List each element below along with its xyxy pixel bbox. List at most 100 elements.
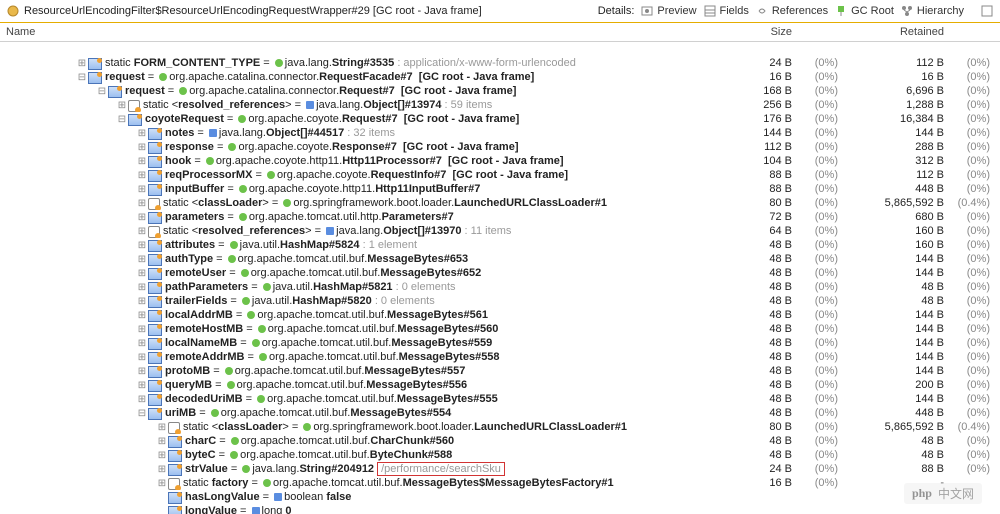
toggle-icon[interactable]: ⊞	[136, 184, 148, 195]
method-icon	[148, 226, 160, 238]
size-value: 24 B	[692, 463, 798, 475]
toggle-icon[interactable]: ⊞	[156, 436, 168, 447]
tree-row[interactable]: ⊞decodedUriMB = org.apache.tomcat.util.b…	[0, 392, 1000, 406]
toggle-icon[interactable]: ⊞	[136, 310, 148, 321]
tree-row[interactable]: ⊞parameters = org.apache.tomcat.util.htt…	[0, 210, 1000, 224]
retained-percent: (0%)	[950, 169, 1000, 181]
class-dot-icon	[259, 353, 267, 361]
preview-button[interactable]: Preview	[640, 4, 696, 18]
tree-row[interactable]: ⊟request = org.apache.catalina.connector…	[0, 84, 1000, 98]
toggle-icon[interactable]: ⊞	[136, 226, 148, 237]
retained-value: 144 B	[844, 351, 950, 363]
tree-row[interactable]: ⊞authType = org.apache.tomcat.util.buf.M…	[0, 252, 1000, 266]
tree-row[interactable]: ⊞inputBuffer = org.apache.coyote.http11.…	[0, 182, 1000, 196]
retained-percent: (0%)	[950, 351, 1000, 363]
tree-row[interactable]: ⊞static <classLoader> = org.springframew…	[0, 420, 1000, 434]
tree-row[interactable]: ⊞pathParameters = java.util.HashMap#5821…	[0, 280, 1000, 294]
references-icon	[755, 4, 769, 18]
tree-row[interactable]: ⊞remoteAddrMB = org.apache.tomcat.util.b…	[0, 350, 1000, 364]
tree-row[interactable]: ⊞remoteHostMB = org.apache.tomcat.util.b…	[0, 322, 1000, 336]
primitive-icon	[252, 507, 260, 514]
toggle-icon[interactable]: ⊞	[136, 338, 148, 349]
bluefield-icon	[168, 464, 182, 476]
size-value: 48 B	[692, 239, 798, 251]
tree-row[interactable]: ⊞remoteUser = org.apache.tomcat.util.buf…	[0, 266, 1000, 280]
tree-row[interactable]: ⊞localNameMB = org.apache.tomcat.util.bu…	[0, 336, 1000, 350]
col-header-size[interactable]: Size	[692, 26, 798, 38]
tree-row[interactable]: ⊞charC = org.apache.tomcat.util.buf.Char…	[0, 434, 1000, 448]
retained-percent: (0%)	[950, 295, 1000, 307]
tree-row[interactable]: ⊞strValue = java.lang.String#204912/perf…	[0, 462, 1000, 476]
tree-row[interactable]: ⊟request = org.apache.catalina.connector…	[0, 70, 1000, 84]
gcroot-button[interactable]: GC Root	[834, 4, 894, 18]
tree-row[interactable]: ⊞response = org.apache.coyote.Response#7…	[0, 140, 1000, 154]
size-value: 48 B	[692, 365, 798, 377]
toggle-icon[interactable]: ⊞	[136, 282, 148, 293]
tree-row[interactable]: longValue = long 0	[0, 504, 1000, 514]
tree-row[interactable]: ⊟coyoteRequest = org.apache.coyote.Reque…	[0, 112, 1000, 126]
toggle-icon[interactable]: ⊞	[136, 366, 148, 377]
toggle-icon[interactable]: ⊞	[136, 380, 148, 391]
tree-row[interactable]: ⊞trailerFields = java.util.HashMap#5820 …	[0, 294, 1000, 308]
tree-row[interactable]: hasLongValue = boolean false	[0, 490, 1000, 504]
size-value: 48 B	[692, 253, 798, 265]
toggle-icon[interactable]: ⊞	[136, 240, 148, 251]
toggle-icon[interactable]: ⊞	[156, 450, 168, 461]
bluefield-icon	[148, 268, 162, 280]
method-icon	[168, 422, 180, 434]
toggle-icon[interactable]: ⊟	[76, 72, 88, 83]
tree-row[interactable]: ⊞static FORM_CONTENT_TYPE = java.lang.St…	[0, 56, 1000, 70]
toggle-icon[interactable]: ⊞	[76, 58, 88, 69]
toggle-icon[interactable]: ⊞	[136, 212, 148, 223]
tree-row[interactable]: ⊞static <classLoader> = org.springframew…	[0, 196, 1000, 210]
tree-row[interactable]: ⊞notes = java.lang.Object[]#44517 : 32 i…	[0, 126, 1000, 140]
size-value: 48 B	[692, 295, 798, 307]
tree-row[interactable]: ⊞static <resolved_references> = java.lan…	[0, 98, 1000, 112]
toggle-icon[interactable]: ⊞	[136, 268, 148, 279]
fields-button[interactable]: Fields	[703, 4, 749, 18]
tree-row[interactable]: ⊞reqProcessorMX = org.apache.coyote.Requ…	[0, 168, 1000, 182]
toggle-icon[interactable]: ⊞	[136, 254, 148, 265]
tree-row[interactable]: ⊞hook = org.apache.coyote.http11.Http11P…	[0, 154, 1000, 168]
toggle-icon[interactable]: ⊞	[136, 198, 148, 209]
tree-row[interactable]: ⊞attributes = java.util.HashMap#5824 : 1…	[0, 238, 1000, 252]
tree-row[interactable]: ⊞protoMB = org.apache.tomcat.util.buf.Me…	[0, 364, 1000, 378]
maximize-icon[interactable]	[980, 4, 994, 18]
hierarchy-button[interactable]: Hierarchy	[900, 4, 964, 18]
object-tree[interactable]: ⊞static FORM_CONTENT_TYPE = java.lang.St…	[0, 42, 1000, 514]
toggle-icon[interactable]: ⊞	[116, 100, 128, 111]
class-dot-icon	[247, 311, 255, 319]
toggle-icon[interactable]: ⊞	[136, 296, 148, 307]
toggle-icon[interactable]: ⊞	[136, 142, 148, 153]
toggle-icon[interactable]: ⊞	[136, 128, 148, 139]
toggle-icon[interactable]: ⊟	[96, 86, 108, 97]
tree-row[interactable]: ⊞static <resolved_references> = java.lan…	[0, 224, 1000, 238]
tree-row[interactable]: ⊞byteC = org.apache.tomcat.util.buf.Byte…	[0, 448, 1000, 462]
tree-row[interactable]: ⊞localAddrMB = org.apache.tomcat.util.bu…	[0, 308, 1000, 322]
references-button[interactable]: References	[755, 4, 828, 18]
toggle-icon[interactable]: ⊟	[136, 408, 148, 419]
toggle-icon[interactable]: ⊞	[136, 394, 148, 405]
toggle-icon[interactable]: ⊞	[136, 352, 148, 363]
retained-value: -	[844, 477, 950, 489]
tree-row[interactable]: ⊞queryMB = org.apache.tomcat.util.buf.Me…	[0, 378, 1000, 392]
retained-percent: (0%)	[950, 239, 1000, 251]
tree-row[interactable]: ⊞static factory = org.apache.tomcat.util…	[0, 476, 1000, 490]
toggle-icon[interactable]: ⊞	[136, 156, 148, 167]
col-header-name[interactable]: Name	[0, 26, 692, 38]
method-icon	[148, 198, 160, 210]
toggle-icon[interactable]: ⊞	[136, 170, 148, 181]
col-header-retained[interactable]: Retained	[844, 26, 950, 38]
toggle-icon[interactable]: ⊞	[156, 464, 168, 475]
retained-percent: (0%)	[950, 141, 1000, 153]
toggle-icon[interactable]: ⊞	[136, 324, 148, 335]
size-percent: (0%)	[798, 71, 844, 83]
tree-row[interactable]: ⊟uriMB = org.apache.tomcat.util.buf.Mess…	[0, 406, 1000, 420]
toggle-icon[interactable]: ⊞	[156, 422, 168, 433]
toggle-icon[interactable]: ⊞	[156, 478, 168, 489]
retained-value: 288 B	[844, 141, 950, 153]
class-dot-icon	[252, 339, 260, 347]
bluefield-icon	[148, 310, 162, 322]
toggle-icon[interactable]: ⊟	[116, 114, 128, 125]
retained-value: 48 B	[844, 435, 950, 447]
